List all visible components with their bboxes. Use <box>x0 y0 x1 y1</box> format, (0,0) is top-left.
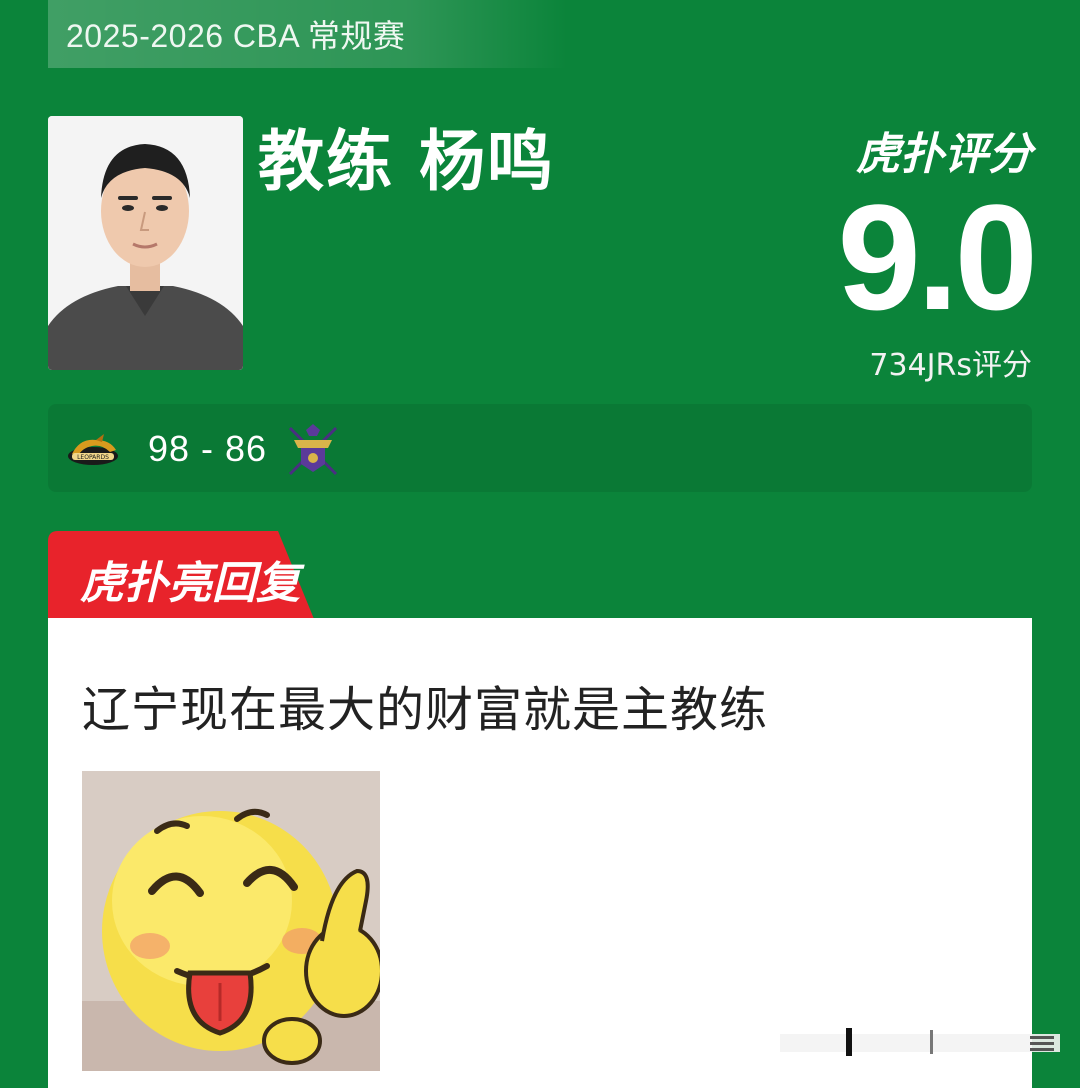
highlight-reply-tag: 虎扑亮回复 <box>48 531 314 619</box>
reply-card[interactable]: 辽宁现在最大的财富就是主教练 <box>48 618 1032 1088</box>
match-result-bar[interactable]: LEOPARDS 98 - 86 <box>48 404 1032 492</box>
smiley-thumbs-up-emoji-icon[interactable] <box>82 771 380 1071</box>
rating-count: 734JRs评分 <box>869 348 1032 383</box>
season-label: 2025-2026 CBA 常规赛 <box>66 18 406 54</box>
coach-name: 教练 杨鸣 <box>258 123 555 200</box>
match-score: 98 - 86 <box>148 428 268 469</box>
coach-photo-icon <box>48 116 243 370</box>
watermark <box>780 1028 1060 1058</box>
reply-text: 辽宁现在最大的财富就是主教练 <box>82 682 769 738</box>
svg-text:LEOPARDS: LEOPARDS <box>77 454 109 461</box>
season-header: 2025-2026 CBA 常规赛 <box>48 0 568 68</box>
coach-avatar <box>48 116 243 370</box>
rating-score: 9.0 <box>837 173 1038 341</box>
royal-fighters-logo-icon <box>284 422 342 483</box>
leopards-logo-icon: LEOPARDS <box>66 420 120 481</box>
highlight-tag-label: 虎扑亮回复 <box>80 558 300 609</box>
